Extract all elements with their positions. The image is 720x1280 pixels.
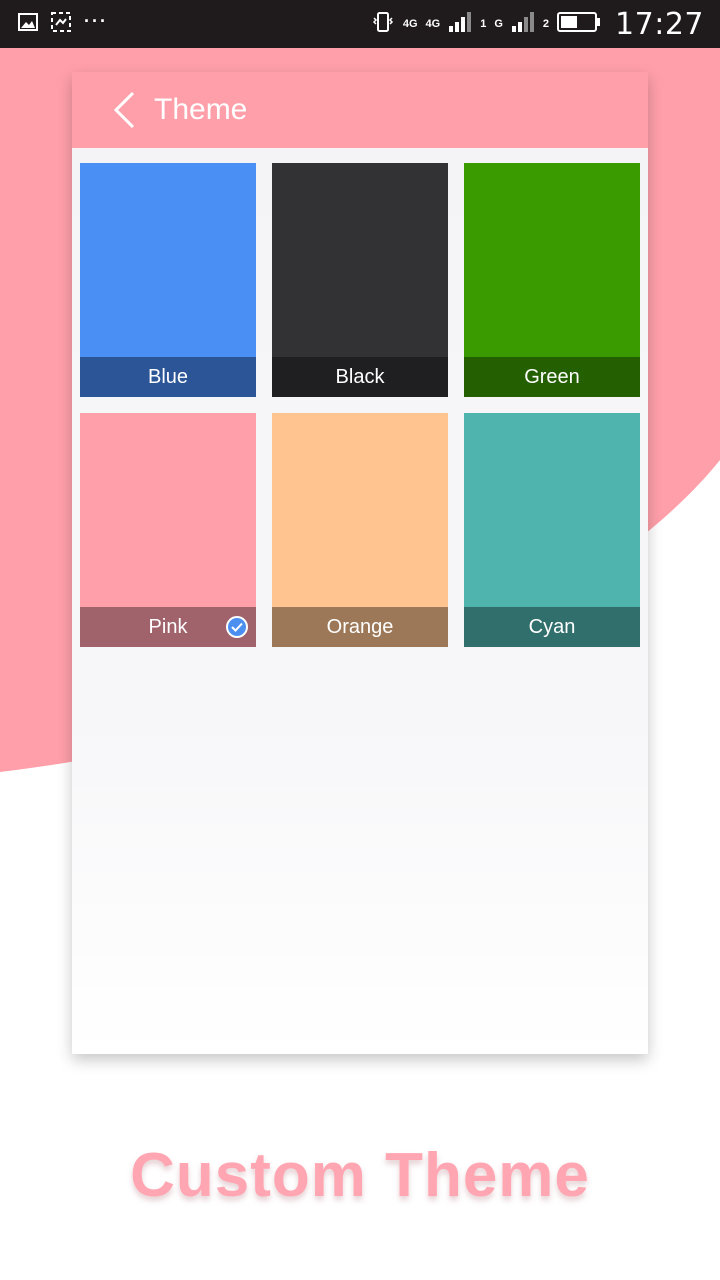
promo-caption: Custom Theme — [130, 1141, 590, 1210]
theme-swatch — [272, 163, 448, 357]
theme-swatch — [464, 163, 640, 357]
theme-label-bar: Pink — [80, 607, 256, 647]
theme-screen: Theme Blue Black Green Pink Orange Cyan — [72, 72, 648, 1054]
status-bar: ··· 4G 4G 1 G 2 17:27 — [0, 0, 720, 48]
more-notifications-icon: ··· — [84, 10, 108, 31]
screenshot-notification-icon — [50, 11, 72, 38]
signal-icon-sim2 — [511, 11, 535, 38]
theme-tile-blue[interactable]: Blue — [80, 163, 256, 397]
network-type-label: 4G — [402, 17, 418, 30]
theme-label: Green — [524, 365, 580, 388]
theme-label: Cyan — [528, 615, 576, 638]
theme-label: Orange — [326, 615, 394, 638]
theme-swatch — [80, 163, 256, 357]
chevron-left-icon — [113, 91, 135, 129]
network-type-label-3: G — [494, 17, 503, 30]
sim-2-label: 2 — [542, 17, 550, 30]
theme-swatch — [464, 413, 640, 607]
theme-tile-cyan[interactable]: Cyan — [464, 413, 640, 647]
clock: 17:27 — [615, 6, 704, 42]
theme-label-bar: Blue — [80, 357, 256, 397]
theme-tile-orange[interactable]: Orange — [272, 413, 448, 647]
selected-check-icon — [226, 616, 248, 638]
theme-tile-pink[interactable]: Pink — [80, 413, 256, 647]
theme-label-bar: Orange — [272, 607, 448, 647]
theme-label: Black — [335, 365, 385, 388]
vibrate-icon — [371, 10, 395, 39]
theme-label-bar: Cyan — [464, 607, 640, 647]
theme-grid: Blue Black Green Pink Orange Cyan — [80, 163, 640, 647]
signal-icon-sim1 — [448, 11, 472, 38]
sim-1-label: 1 — [480, 17, 487, 30]
gallery-notification-icon — [18, 12, 38, 36]
theme-label-bar: Green — [464, 357, 640, 397]
theme-tile-green[interactable]: Green — [464, 163, 640, 397]
theme-tile-black[interactable]: Black — [272, 163, 448, 397]
theme-label: Blue — [147, 365, 189, 388]
network-type-label-2: 4G — [425, 17, 441, 30]
theme-swatch — [272, 413, 448, 607]
toolbar: Theme — [72, 72, 648, 148]
theme-swatch — [80, 413, 256, 607]
back-button[interactable] — [94, 72, 154, 148]
page-title: Theme — [154, 93, 248, 126]
battery-icon — [557, 11, 601, 38]
theme-label: Pink — [148, 615, 188, 638]
status-left: ··· — [0, 11, 108, 38]
theme-label-bar: Black — [272, 357, 448, 397]
status-right: 4G 4G 1 G 2 17:27 — [371, 0, 704, 48]
